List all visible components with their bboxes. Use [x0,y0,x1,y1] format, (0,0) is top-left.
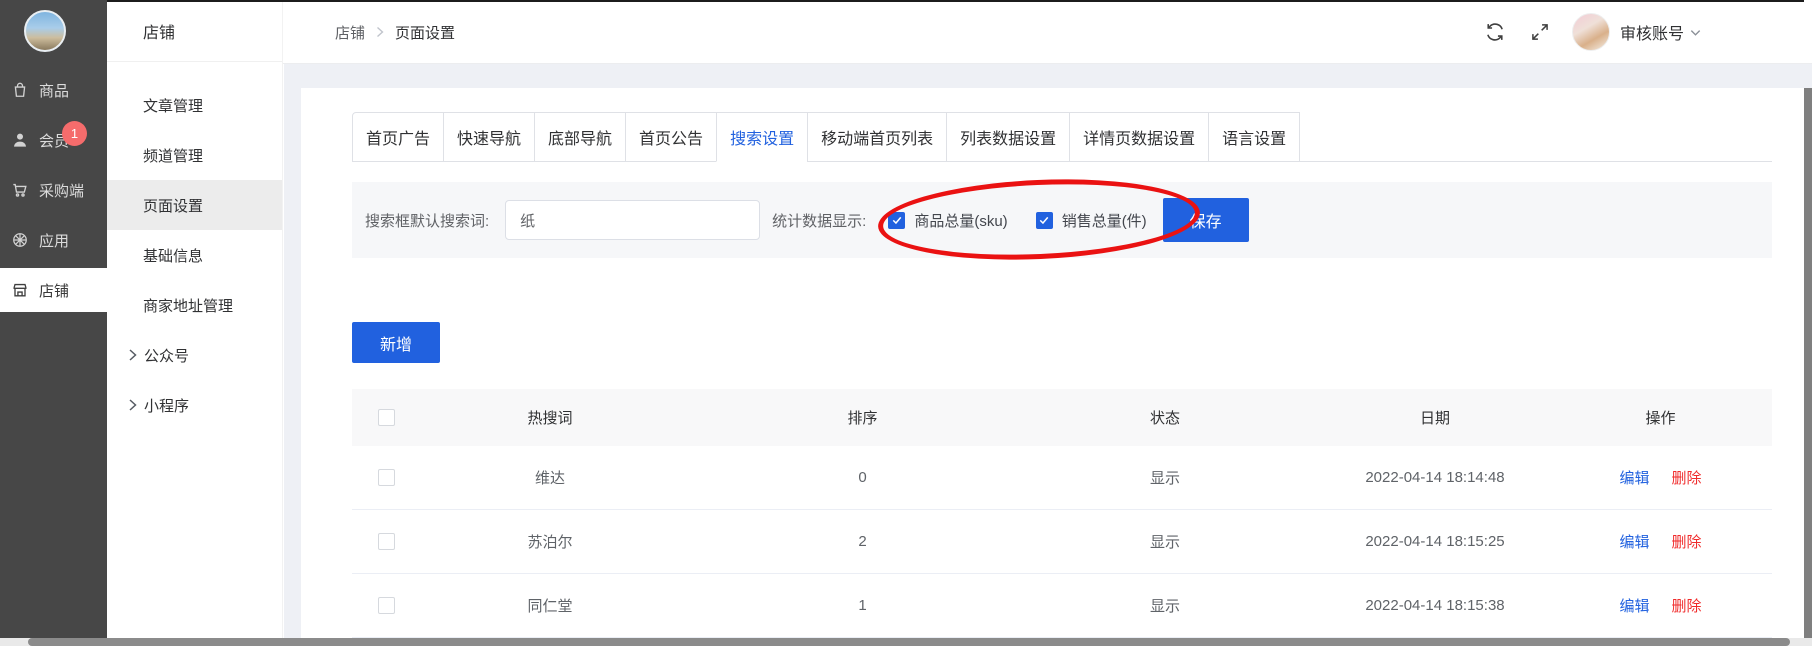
column-header-status: 状态 [1045,407,1285,428]
cell-date: 2022-04-14 18:15:25 [1285,533,1585,550]
main-sidebar: 商品 会员 采购端 应用 店铺 1 [0,0,107,646]
menu-item-article-management[interactable]: 文章管理 [107,80,282,130]
table-row: 苏泊尔 2 显示 2022-04-14 18:15:25 编辑 删除 [352,510,1772,574]
horizontal-scrollbar-thumb[interactable] [28,638,1790,646]
members-count-badge: 1 [62,121,87,146]
account-name: 审核账号 [1620,20,1684,44]
default-search-word-label: 搜索框默认搜索词: [365,210,489,231]
menu-title: 店铺 [107,0,282,62]
sidebar-item-apps[interactable]: 应用 [0,218,107,262]
tab-detail-data-settings[interactable]: 详情页数据设置 [1069,112,1209,162]
menu-item-channel-management[interactable]: 频道管理 [107,130,282,180]
default-search-word-input[interactable] [505,200,760,240]
table-row: 维达 0 显示 2022-04-14 18:14:48 编辑 删除 [352,446,1772,510]
chevron-right-icon [127,348,138,362]
hot-search-table: 热搜词 排序 状态 日期 操作 维达 0 显示 2022-04-14 18:14… [352,389,1772,638]
checkbox-total-sku[interactable]: 商品总量(sku) [888,210,1007,231]
cell-status: 显示 [1045,467,1285,488]
edit-link[interactable]: 编辑 [1619,595,1649,616]
account-menu[interactable]: 审核账号 [1620,20,1702,44]
sidebar-item-goods[interactable]: 商品 [0,68,107,112]
table-row: 同仁堂 1 显示 2022-04-14 18:15:38 编辑 删除 [352,574,1772,638]
tab-quick-nav[interactable]: 快速导航 [443,112,535,162]
column-header-sort: 排序 [680,407,1045,428]
tab-search-settings[interactable]: 搜索设置 [716,112,808,162]
sidebar-item-shop[interactable]: 店铺 [0,268,107,312]
checkbox-total-sales[interactable]: 销售总量(件) [1036,210,1147,231]
settings-tabbar: 首页广告 快速导航 底部导航 首页公告 搜索设置 移动端首页列表 列表数据设置 … [352,112,1772,162]
sidebar-item-members[interactable]: 会员 [0,118,107,162]
secondary-menu: 店铺 文章管理 频道管理 页面设置 基础信息 商家地址管理 公众号 小程序 [107,0,283,646]
menu-item-official-account[interactable]: 公众号 [107,330,282,380]
breadcrumb-shop[interactable]: 店铺 [335,22,365,43]
menu-item-mini-program[interactable]: 小程序 [107,380,282,430]
chevron-right-icon [127,398,138,412]
sidebar-item-label: 商品 [39,80,69,101]
save-button[interactable]: 保存 [1163,198,1249,242]
page-background-band [284,64,1812,88]
select-all-checkbox[interactable] [378,409,395,426]
cell-word: 苏泊尔 [420,531,680,552]
top-header: 店铺 页面设置 审核账号 [107,0,1812,64]
cell-status: 显示 [1045,531,1285,552]
table-header-row: 热搜词 排序 状态 日期 操作 [352,389,1772,446]
tab-home-notice[interactable]: 首页公告 [625,112,717,162]
tab-footer-nav[interactable]: 底部导航 [534,112,626,162]
content-card: 首页广告 快速导航 底部导航 首页公告 搜索设置 移动端首页列表 列表数据设置 … [301,88,1804,646]
sidebar-item-procurement[interactable]: 采购端 [0,168,107,212]
chevron-down-icon [1689,26,1702,39]
menu-item-basic-info[interactable]: 基础信息 [107,230,282,280]
edit-link[interactable]: 编辑 [1619,531,1649,552]
sidebar-item-label: 采购端 [39,180,84,201]
tab-home-ads[interactable]: 首页广告 [352,112,444,162]
menu-item-page-settings[interactable]: 页面设置 [107,180,282,230]
row-checkbox[interactable] [378,469,395,486]
column-header-actions: 操作 [1585,407,1772,428]
row-checkbox[interactable] [378,533,395,550]
column-header-word: 热搜词 [420,407,680,428]
user-avatar[interactable] [1572,13,1610,51]
breadcrumb-separator-icon [375,26,385,38]
member-icon [10,130,30,150]
horizontal-scrollbar[interactable] [0,638,1812,646]
cell-sort: 0 [680,469,1045,486]
breadcrumb-page-settings: 页面设置 [395,22,455,43]
add-button[interactable]: 新增 [352,322,440,363]
apps-wheel-icon [10,230,30,250]
refresh-icon[interactable] [1484,21,1506,43]
fullscreen-icon[interactable] [1530,22,1550,42]
delete-link[interactable]: 删除 [1672,595,1702,616]
cell-date: 2022-04-14 18:14:48 [1285,469,1585,486]
workspace-avatar[interactable] [24,10,66,52]
cell-sort: 1 [680,597,1045,614]
sidebar-item-label: 应用 [39,230,69,251]
stats-display-label: 统计数据显示: [772,210,866,231]
cell-date: 2022-04-14 18:15:38 [1285,597,1585,614]
tab-language-settings[interactable]: 语言设置 [1208,112,1300,162]
cell-status: 显示 [1045,595,1285,616]
vertical-scrollbar-thumb[interactable] [1804,88,1812,638]
sidebar-item-label: 店铺 [39,280,69,301]
column-header-date: 日期 [1285,407,1585,428]
cell-word: 维达 [420,467,680,488]
checkbox-checked-icon [888,212,905,229]
checkbox-checked-icon [1036,212,1053,229]
tab-list-data-settings[interactable]: 列表数据设置 [946,112,1070,162]
tab-mobile-home-list[interactable]: 移动端首页列表 [807,112,947,162]
page-background-gutter [284,88,301,646]
delete-link[interactable]: 删除 [1672,531,1702,552]
search-settings-panel: 搜索框默认搜索词: 统计数据显示: 商品总量(sku) 销售总量(件) 保存 [352,182,1772,258]
procurement-cart-icon [10,180,30,200]
bag-icon [10,80,30,100]
edit-link[interactable]: 编辑 [1619,467,1649,488]
row-checkbox[interactable] [378,597,395,614]
cell-sort: 2 [680,533,1045,550]
shop-icon [10,280,30,300]
window-top-edge [107,0,1804,2]
delete-link[interactable]: 删除 [1672,467,1702,488]
menu-item-merchant-address[interactable]: 商家地址管理 [107,280,282,330]
cell-word: 同仁堂 [420,595,680,616]
breadcrumb: 店铺 页面设置 [335,0,455,64]
